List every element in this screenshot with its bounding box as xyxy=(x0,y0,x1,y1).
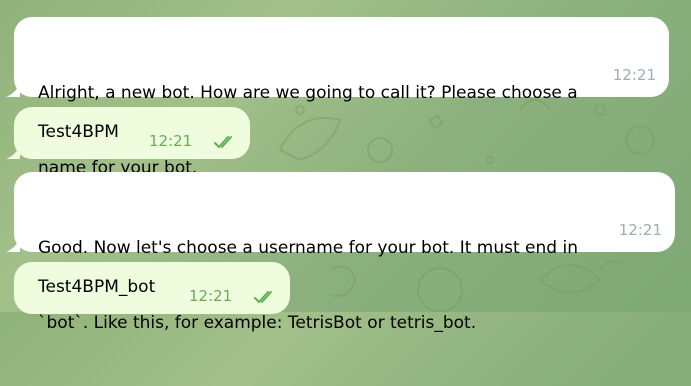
incoming-message[interactable]: Good. Now let's choose a username for yo… xyxy=(14,172,675,333)
message-text: Test4BPM_bot xyxy=(38,277,156,297)
double-check-icon xyxy=(254,291,272,303)
message-line: Good. Now let's choose a username for yo… xyxy=(38,238,578,258)
chat-history: Alright, a new bot. How are we going to … xyxy=(0,0,691,333)
message-line: Alright, a new bot. How are we going to … xyxy=(38,83,578,103)
message-line: `bot`. Like this, for example: TetrisBot… xyxy=(38,313,477,333)
message-time: 12:21 xyxy=(618,221,662,239)
outgoing-message[interactable]: Test4BPM 12:21 xyxy=(14,107,250,159)
message-time: 12:21 xyxy=(149,132,193,150)
outgoing-message[interactable]: Test4BPM_bot 12:21 xyxy=(14,262,290,314)
message-time: 12:21 xyxy=(612,66,656,84)
double-check-icon xyxy=(214,136,232,148)
bubble-tail xyxy=(6,145,20,159)
incoming-message[interactable]: Alright, a new bot. How are we going to … xyxy=(14,17,669,178)
message-text: Test4BPM xyxy=(38,122,119,142)
bubble-tail xyxy=(6,83,20,97)
bubble-tail xyxy=(6,238,20,252)
message-time: 12:21 xyxy=(189,287,233,305)
